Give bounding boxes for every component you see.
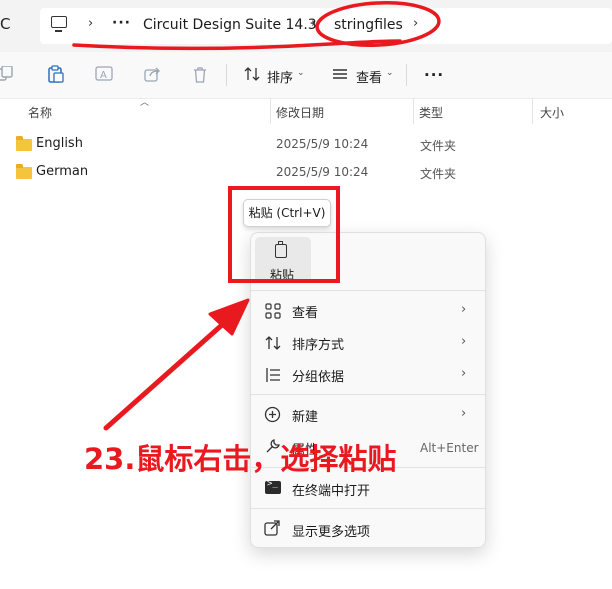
annotation-markings <box>72 1 441 431</box>
annotation-caption: 23.鼠标右击，选择粘贴 <box>84 442 397 476</box>
annotation-arrow-shaft <box>103 313 235 431</box>
annotation-highlight-box <box>228 186 340 283</box>
